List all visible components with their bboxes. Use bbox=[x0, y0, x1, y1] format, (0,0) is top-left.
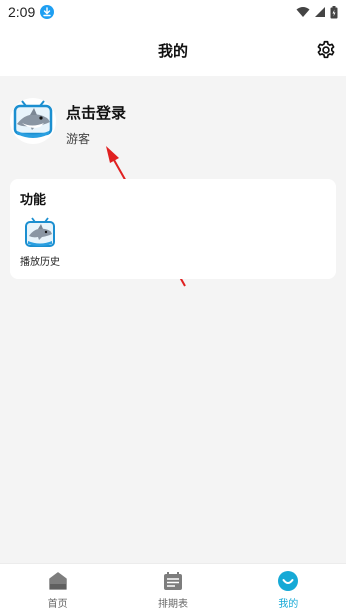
profile-icon bbox=[278, 570, 299, 591]
guest-label: 游客 bbox=[66, 132, 91, 146]
page-title: 我的 bbox=[157, 41, 188, 60]
nav-item-profile[interactable]: 我的 bbox=[231, 564, 346, 615]
signal-icon bbox=[315, 7, 325, 17]
functions-title: 功能 bbox=[20, 193, 47, 208]
play-history-button[interactable]: 播放历史 bbox=[16, 217, 64, 273]
wifi-icon bbox=[296, 7, 310, 17]
login-link[interactable]: 点击登录 bbox=[66, 102, 126, 123]
download-icon bbox=[40, 5, 55, 19]
shark-tv-icon bbox=[25, 217, 55, 247]
nav-label-schedule: 排期表 bbox=[157, 598, 188, 610]
schedule-icon bbox=[163, 571, 182, 590]
play-history-label: 播放历史 bbox=[20, 257, 60, 268]
profile-section[interactable]: 点击登录 游客 bbox=[10, 96, 336, 158]
home-icon bbox=[48, 571, 67, 590]
gear-icon bbox=[317, 40, 335, 59]
app-header: 我的 bbox=[0, 24, 346, 76]
status-time: 2:09 bbox=[8, 4, 36, 20]
annotation-arrow bbox=[106, 146, 186, 287]
nav-item-schedule[interactable]: 排期表 bbox=[115, 564, 230, 615]
functions-card: 功能 播放历史 bbox=[10, 179, 336, 279]
nav-label-home: 首页 bbox=[47, 598, 68, 610]
nav-item-home[interactable]: 首页 bbox=[0, 564, 115, 615]
avatar[interactable] bbox=[10, 98, 56, 144]
nav-label-profile: 我的 bbox=[278, 598, 299, 610]
battery-icon bbox=[330, 5, 338, 18]
settings-button[interactable] bbox=[315, 39, 337, 61]
bottom-nav: 首页 排期表 我的 bbox=[0, 563, 346, 615]
status-bar: 2:09 bbox=[0, 0, 346, 24]
